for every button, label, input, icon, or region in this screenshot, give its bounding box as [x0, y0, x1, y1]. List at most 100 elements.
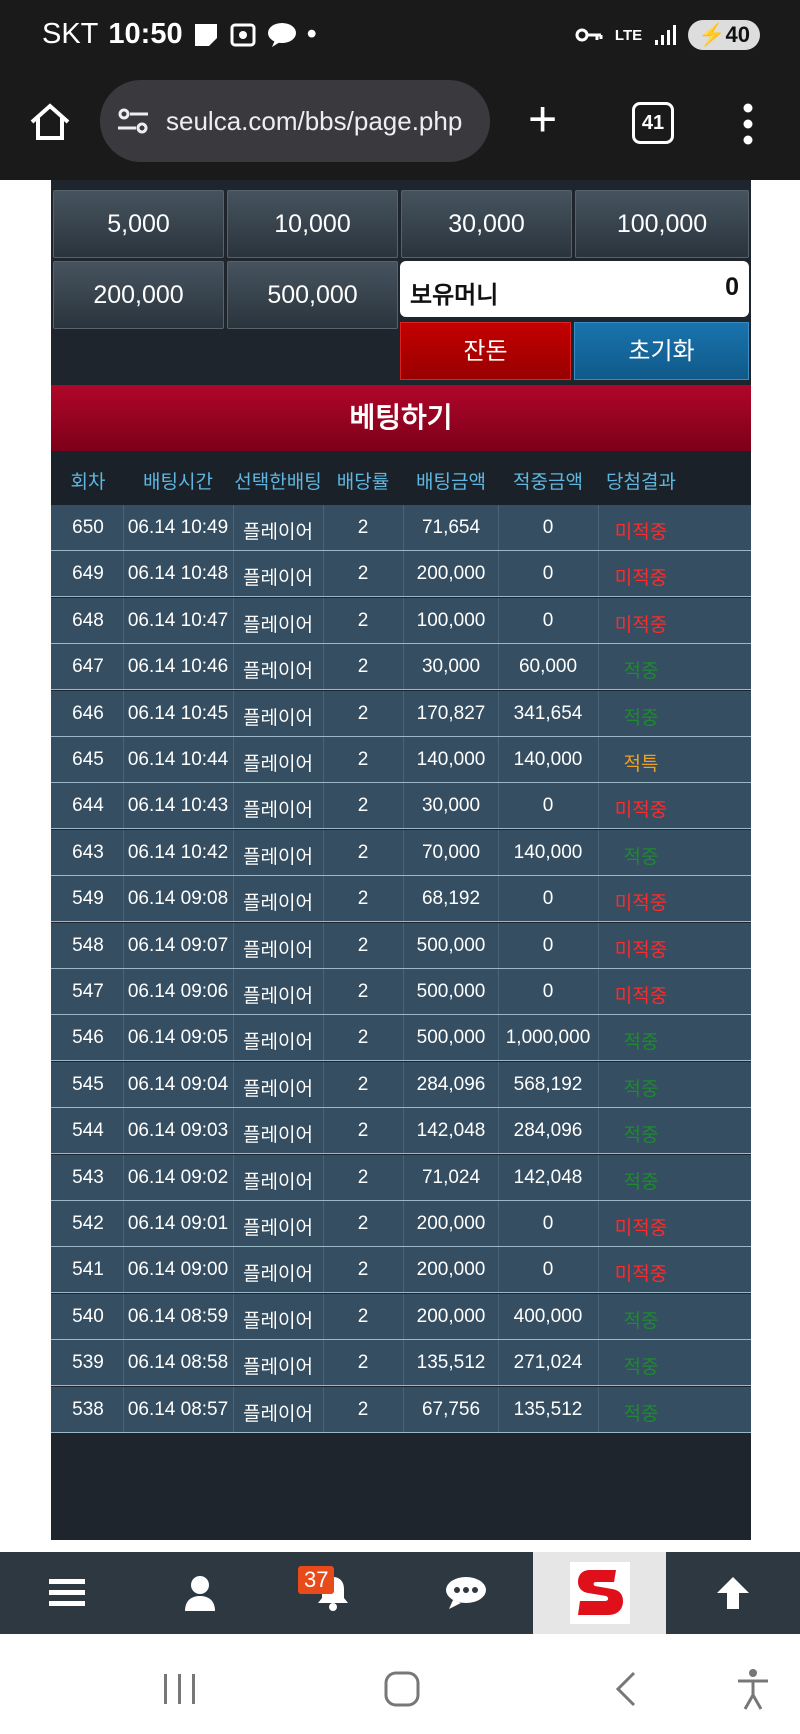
- all-in-button[interactable]: 잔돈: [400, 322, 571, 380]
- col-win-amount: 1,000,000: [505, 1027, 591, 1049]
- amount-button-30000[interactable]: 30,000: [401, 190, 572, 258]
- chat-button[interactable]: [399, 1552, 532, 1634]
- column-divider: [598, 1340, 599, 1386]
- col-selection: 플레이어: [243, 1218, 313, 1239]
- col-round: 646: [72, 702, 104, 724]
- col-result: 미적중: [614, 568, 668, 590]
- col-win-amount: 140,000: [513, 749, 583, 770]
- amount-button-10000[interactable]: 10,000: [227, 190, 398, 258]
- col-round: 545: [72, 1073, 104, 1095]
- column-divider: [498, 1061, 499, 1107]
- column-divider: [403, 1154, 404, 1200]
- col-result: 적중: [623, 661, 659, 683]
- site-logo-button[interactable]: [533, 1552, 666, 1634]
- amount-button-200000[interactable]: 200,000: [53, 261, 224, 329]
- tab-switcher-button[interactable]: 41: [632, 102, 674, 144]
- user-icon: [184, 1576, 215, 1611]
- column-divider: [498, 597, 499, 643]
- column-divider: [598, 1293, 599, 1339]
- scroll-top-button[interactable]: [666, 1552, 799, 1634]
- clock: 10:50: [108, 18, 183, 50]
- column-divider: [233, 1247, 234, 1293]
- column-divider: [403, 1201, 404, 1246]
- recent-apps-icon[interactable]: [162, 1674, 198, 1704]
- column-divider: [598, 505, 599, 550]
- column-divider: [498, 505, 499, 550]
- col-result-header: 당첨결과: [606, 472, 676, 493]
- amount-button-500000[interactable]: 500,000: [227, 261, 398, 329]
- col-bet-time: 06.14 09:08: [127, 888, 229, 910]
- dot-icon: •: [306, 18, 317, 50]
- site-logo: [569, 1562, 630, 1624]
- table-header: 회차 배팅시간 선택한배팅 배당률 배팅금액 적중금액 당첨결과: [51, 451, 751, 505]
- table-row: 545 06.14 09:04 플레이어 2 284,096 568,192 적중: [51, 1061, 751, 1108]
- column-divider: [323, 1108, 324, 1154]
- site-settings-icon[interactable]: [116, 106, 150, 136]
- col-result: 적중: [623, 707, 659, 729]
- col-odds: 2: [357, 1073, 369, 1095]
- column-divider: [123, 1386, 124, 1432]
- column-divider: [233, 829, 234, 875]
- notification-badge: 37: [298, 1566, 335, 1594]
- home-icon[interactable]: [28, 100, 72, 144]
- col-bet-amount: 67,756: [421, 1398, 481, 1420]
- accessibility-icon[interactable]: [736, 1668, 770, 1710]
- column-divider: [598, 922, 599, 968]
- col-bet-amount: 500,000: [416, 934, 486, 956]
- col-bet-time: 06.14 10:45: [127, 702, 229, 724]
- new-tab-icon[interactable]: +: [528, 94, 557, 144]
- col-win-amount: 0: [542, 934, 554, 956]
- column-divider: [233, 1108, 234, 1154]
- col-odds: 2: [357, 981, 369, 1002]
- col-selection: 플레이어: [243, 939, 313, 961]
- column-divider: [598, 876, 599, 922]
- col-round: 543: [72, 1166, 104, 1188]
- bet-button[interactable]: 베팅하기: [51, 385, 751, 451]
- browser-toolbar: seulca.com/bbs/page.php + 41: [0, 72, 800, 180]
- col-odds: 2: [357, 795, 369, 817]
- page-content: 5,000 10,000 30,000 100,000 200,000 500,…: [0, 180, 800, 1552]
- menu-button[interactable]: [0, 1552, 133, 1634]
- column-divider: [598, 737, 599, 782]
- col-selection: 플레이어: [243, 661, 313, 683]
- col-round: 538: [72, 1398, 104, 1420]
- amount-button-100000[interactable]: 100,000: [575, 190, 749, 258]
- column-divider: [498, 644, 499, 690]
- column-divider: [598, 829, 599, 875]
- col-win-amount: 140,000: [513, 841, 583, 863]
- col-win-amount: 0: [542, 563, 554, 585]
- reset-button[interactable]: 초기화: [574, 322, 749, 380]
- table-row: 541 06.14 09:00 플레이어 2 200,000 0 미적중: [51, 1247, 751, 1294]
- col-round: 542: [72, 1213, 104, 1234]
- column-divider: [403, 1015, 404, 1061]
- column-divider: [323, 1154, 324, 1200]
- column-divider: [323, 597, 324, 643]
- status-left: SKT 10:50 •: [42, 18, 317, 51]
- signal-icon: [655, 25, 677, 45]
- amount-button-5000[interactable]: 5,000: [53, 190, 224, 258]
- column-divider: [123, 1293, 124, 1339]
- column-divider: [498, 1340, 499, 1386]
- back-icon[interactable]: [614, 1671, 638, 1707]
- column-divider: [403, 644, 404, 690]
- col-round: 647: [72, 656, 104, 678]
- column-divider: [598, 1247, 599, 1293]
- url-field[interactable]: seulca.com/bbs/page.php: [100, 80, 490, 162]
- profile-button[interactable]: [133, 1552, 266, 1634]
- col-selection: 플레이어: [243, 1310, 313, 1332]
- column-divider: [123, 505, 124, 550]
- column-divider: [123, 783, 124, 829]
- column-divider: [598, 1386, 599, 1432]
- table-row: 647 06.14 10:46 플레이어 2 30,000 60,000 적중: [51, 644, 751, 691]
- col-win-amount: 568,192: [513, 1073, 583, 1095]
- column-divider: [123, 829, 124, 875]
- more-menu-icon[interactable]: [742, 102, 754, 146]
- col-odds: 2: [357, 1398, 369, 1420]
- home-nav-icon[interactable]: [384, 1671, 420, 1707]
- col-bet-time: 06.14 08:59: [127, 1305, 229, 1327]
- col-bet-amount: 200,000: [416, 1213, 486, 1234]
- column-divider: [323, 551, 324, 597]
- column-divider: [323, 1061, 324, 1107]
- url-text[interactable]: seulca.com/bbs/page.php: [166, 106, 478, 137]
- col-bet-time: 06.14 09:06: [127, 981, 229, 1002]
